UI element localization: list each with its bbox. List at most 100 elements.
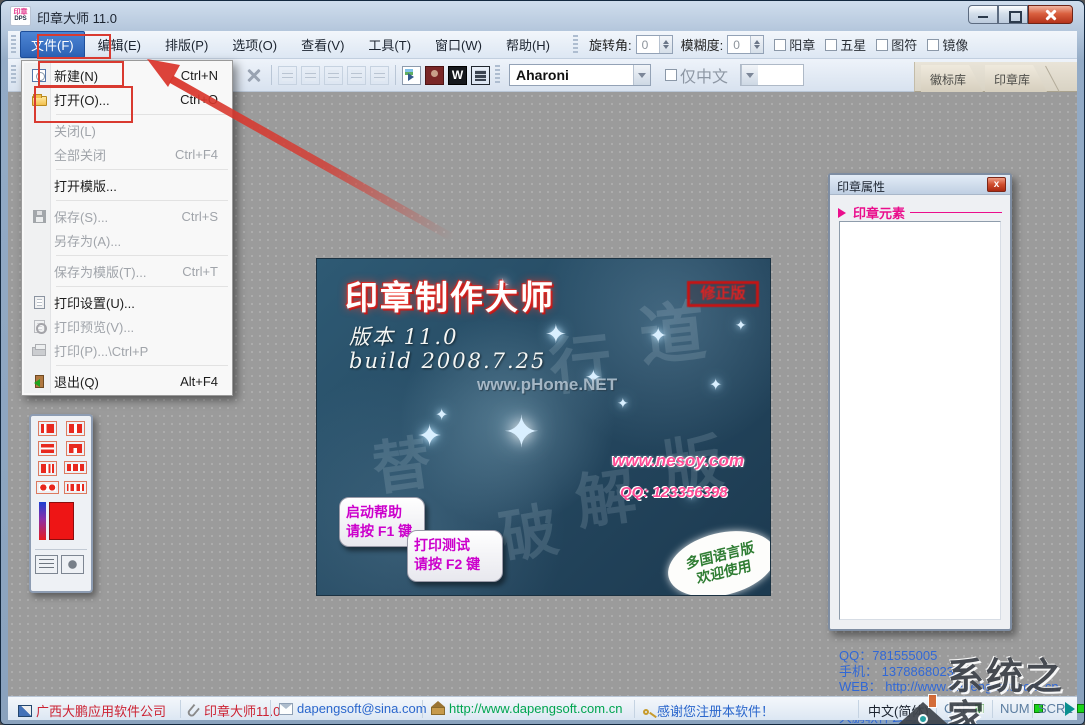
toolbar-grip[interactable] — [11, 34, 16, 55]
qq-number-text: QQ: 123356398 — [620, 484, 728, 501]
menu-options[interactable]: 选项(O) — [221, 31, 288, 58]
restore-button[interactable] — [998, 5, 1028, 24]
status-product: 印章大师11.0 — [186, 701, 280, 720]
menu-item-close[interactable]: 关闭(L) — [24, 118, 230, 142]
menu-item-close-all[interactable]: 全部关闭 Ctrl+F4 — [24, 142, 230, 166]
seal-layout-2-icon[interactable] — [65, 421, 85, 436]
print-config-icon[interactable] — [35, 555, 58, 574]
menu-file[interactable]: 文件(F) — [20, 31, 85, 58]
paperclip-icon — [186, 703, 200, 718]
toolbar-grip[interactable] — [495, 65, 500, 85]
checkbox-mirror[interactable]: 镜像 — [927, 35, 968, 54]
delete-x-icon[interactable] — [245, 66, 263, 84]
print-preview-icon — [24, 319, 54, 334]
seal-layout-7-icon[interactable] — [35, 481, 59, 494]
font-select[interactable]: Aharoni — [509, 64, 651, 86]
toolbar-grip[interactable] — [573, 34, 579, 55]
status-url[interactable]: http://www.dapengsoft.com.cn — [431, 700, 622, 716]
checkbox-symbol[interactable]: 图符 — [876, 35, 917, 54]
chevron-down-icon[interactable] — [633, 65, 650, 85]
tab-logo-library[interactable]: 徽标库 — [921, 65, 983, 92]
menu-item-save[interactable]: 保存(S)... Ctrl+S — [24, 204, 230, 228]
seal-layout-3-icon[interactable] — [37, 441, 57, 456]
menu-item-exit[interactable]: 退出(Q) Alt+F4 — [24, 369, 230, 393]
move-icon[interactable] — [278, 65, 297, 85]
menu-edit[interactable]: 编辑(E) — [87, 31, 152, 58]
checkbox-icon[interactable] — [825, 38, 838, 51]
blur-spinner[interactable]: 0 — [727, 35, 765, 54]
print-test-hint-button[interactable]: 打印测试 请按 F2 键 — [407, 530, 503, 582]
splash-title: 印章制作大师 — [345, 279, 555, 316]
chevron-down-icon[interactable] — [741, 65, 759, 85]
toolbar-grip[interactable] — [11, 65, 16, 85]
minimize-button[interactable] — [968, 5, 998, 24]
build-line: build 2008.7.25 — [349, 349, 547, 373]
user-stamp-icon[interactable] — [425, 65, 444, 85]
ime-indicator[interactable]: 中文(简体) — [868, 701, 929, 720]
checkbox-icon[interactable] — [774, 38, 787, 51]
menu-window[interactable]: 窗口(W) — [424, 31, 493, 58]
seal-layout-6-icon[interactable] — [63, 461, 87, 474]
menu-item-print-setup[interactable]: 打印设置(U)... — [24, 290, 230, 314]
spinner-arrows-icon[interactable] — [750, 36, 764, 53]
menu-item-new[interactable]: 新建(N) Ctrl+N — [24, 63, 230, 87]
star-glow: ✦ — [503, 408, 540, 457]
menu-help[interactable]: 帮助(H) — [495, 31, 561, 58]
seal-layout-palette — [29, 414, 93, 593]
stamp-tool-icon[interactable] — [61, 555, 84, 574]
checkbox-icon[interactable] — [927, 38, 940, 51]
menu-separator — [56, 114, 228, 115]
seal-layout-5-icon[interactable] — [37, 461, 57, 476]
resize-arrow-icon[interactable] — [1065, 702, 1082, 716]
menu-separator — [56, 200, 228, 201]
menu-item-print[interactable]: 打印(P)...\Ctrl+P — [24, 338, 230, 362]
menu-item-open-template[interactable]: 打开模版... — [24, 173, 230, 197]
menu-item-save-as-template[interactable]: 保存为模版(T)... Ctrl+T — [24, 259, 230, 283]
notes-icon[interactable] — [471, 65, 490, 85]
panel-title-bar[interactable]: 印章属性 x — [830, 175, 1010, 195]
app-logo-icon: 印章 DPS — [10, 6, 31, 26]
menu-item-open[interactable]: 打开(O)... Ctrl+O — [24, 87, 230, 111]
checkbox-icon[interactable] — [876, 38, 889, 51]
menu-item-save-as[interactable]: 另存为(A)... — [24, 228, 230, 252]
exit-door-icon — [24, 374, 54, 388]
title-bar[interactable]: 印章 DPS 印章大师 11.0 — [1, 1, 1084, 31]
current-color-swatch[interactable] — [49, 502, 74, 540]
menu-view[interactable]: 查看(V) — [290, 31, 355, 58]
seal-properties-panel: 印章属性 x 印章元素 — [828, 173, 1012, 631]
align-left-icon[interactable] — [301, 65, 320, 85]
word-icon[interactable]: W — [448, 65, 467, 85]
ruler-icon[interactable] — [347, 65, 366, 85]
indent-icon[interactable] — [324, 65, 343, 85]
seal-layout-8-icon[interactable] — [63, 481, 87, 494]
seal-elements-list[interactable] — [839, 221, 1001, 620]
checkbox-five-star[interactable]: 五星 — [825, 35, 866, 54]
save-floppy-icon — [24, 209, 54, 223]
menu-item-print-preview[interactable]: 打印预览(V)... — [24, 314, 230, 338]
checkbox-icon[interactable] — [665, 69, 677, 81]
seal-layout-1-icon[interactable] — [37, 421, 57, 436]
panel-close-icon[interactable]: x — [987, 177, 1006, 192]
color-picker — [39, 502, 87, 540]
close-button[interactable] — [1028, 5, 1073, 24]
tab-seal-library[interactable]: 印章库 — [985, 65, 1047, 92]
rotate-angle-spinner[interactable]: 0 — [635, 35, 673, 54]
menu-separator — [56, 255, 228, 256]
spinner-arrows-icon[interactable] — [658, 36, 672, 53]
key-icon — [643, 709, 649, 715]
chart-icon[interactable] — [370, 65, 389, 85]
export-image-icon[interactable] — [402, 65, 421, 85]
color-gradient-strip[interactable] — [39, 502, 46, 540]
menu-tools[interactable]: 工具(T) — [357, 31, 422, 58]
star-glow: ✦ — [545, 319, 567, 349]
seal-layout-4-icon[interactable] — [65, 441, 85, 456]
menu-layout[interactable]: 排版(P) — [154, 31, 219, 58]
star-glow: ✦ — [709, 377, 723, 394]
center-watermark: www.pHome.NET — [477, 375, 618, 394]
checkbox-only-chinese[interactable]: 仅中文 — [665, 63, 728, 87]
size-select[interactable] — [740, 64, 805, 86]
status-email[interactable]: dapengsoft@sina.com — [279, 701, 427, 716]
palette-tools — [35, 549, 87, 574]
format-toolbar: 旋转角: 0 模糊度: 0 阳章 五星 图符 镜像 — [570, 34, 968, 55]
checkbox-yang-seal[interactable]: 阳章 — [774, 35, 815, 54]
